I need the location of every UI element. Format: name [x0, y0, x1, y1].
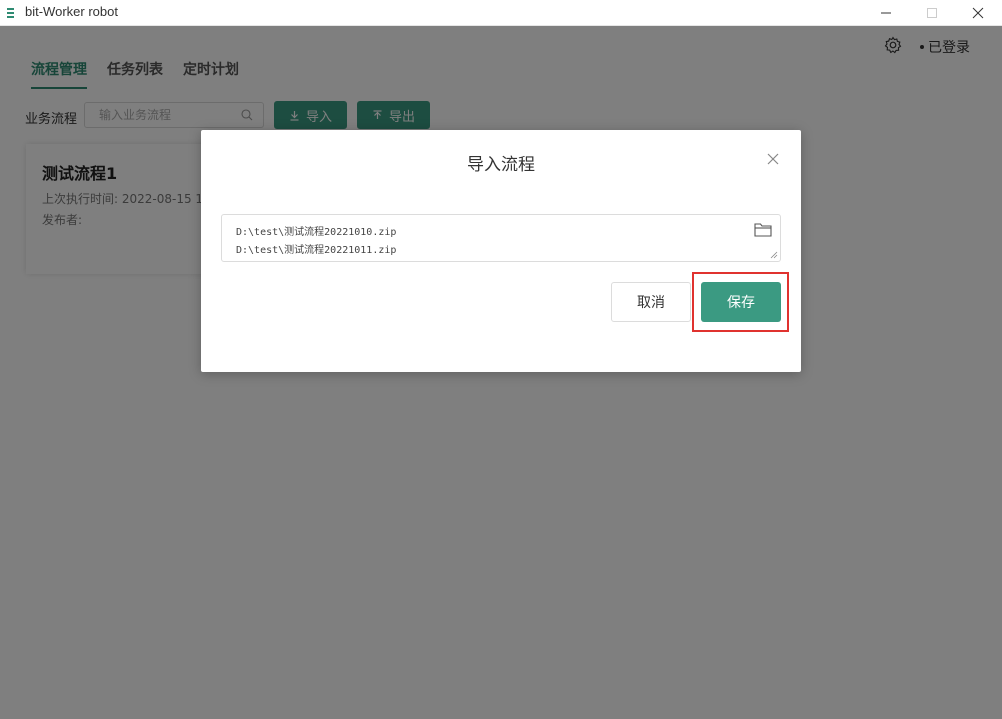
maximize-button[interactable] — [909, 0, 955, 26]
folder-icon[interactable] — [754, 222, 772, 237]
app-icon — [7, 8, 14, 18]
window-title: bit-Worker robot — [25, 4, 118, 19]
file-path-line: D:\test\测试流程20221010.zip — [236, 227, 397, 238]
minimize-icon — [881, 12, 891, 14]
maximize-icon — [927, 8, 937, 18]
import-dialog: 导入流程 D:\test\测试流程20221010.zip D:\test\测试… — [201, 130, 801, 372]
minimize-button[interactable] — [863, 0, 909, 26]
file-path-textarea[interactable]: D:\test\测试流程20221010.zip D:\test\测试流程202… — [221, 214, 781, 262]
close-icon[interactable] — [766, 152, 780, 166]
dialog-title: 导入流程 — [467, 155, 535, 175]
save-button[interactable]: 保存 — [701, 282, 781, 322]
resize-handle-icon[interactable] — [770, 251, 778, 259]
window-close-button[interactable] — [955, 0, 1001, 26]
window-titlebar: bit-Worker robot — [0, 0, 1002, 26]
file-path-line: D:\test\测试流程20221011.zip — [236, 245, 397, 256]
close-icon — [972, 7, 984, 19]
cancel-button[interactable]: 取消 — [611, 282, 691, 322]
